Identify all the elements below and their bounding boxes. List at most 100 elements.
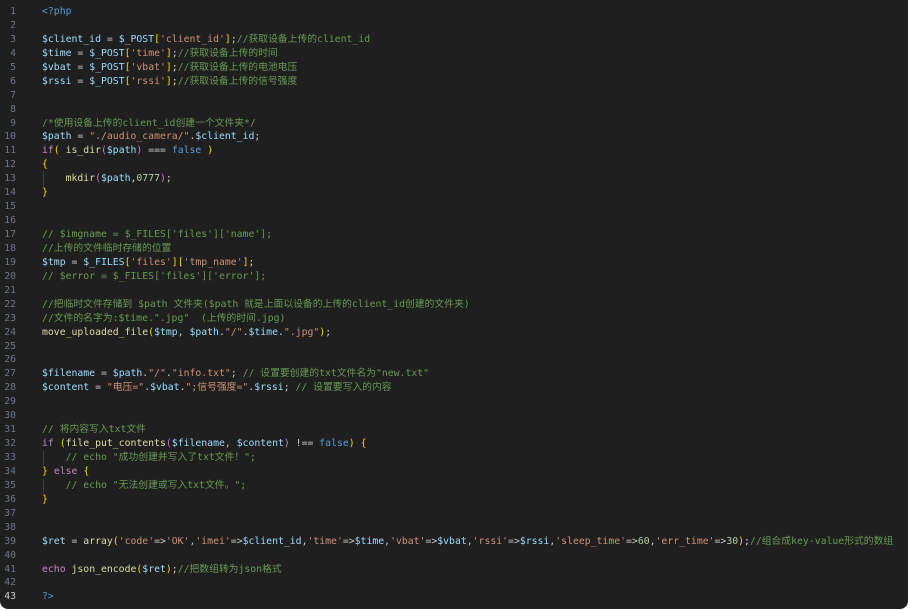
code-line[interactable]: 7 <box>0 89 908 103</box>
code-line[interactable]: 16 <box>0 214 908 228</box>
code-line[interactable]: 33 // echo "成功创建并写入了txt文件！"; <box>0 451 908 465</box>
code-line[interactable]: 9 /*使用设备上传的client_id创建一个文件夹*/ <box>0 117 908 131</box>
code-text[interactable]: // echo "无法创建或写入txt文件。"; <box>42 479 247 493</box>
code-text[interactable]: echo json_encode($ret);//把数组转为json格式 <box>42 563 282 577</box>
code-lines[interactable]: 1 <?php 2 3 $client_id = $_POST['client_id']… <box>0 5 908 604</box>
code-line[interactable]: 24 move_uploaded_file($tmp, $path."/".$ti… <box>0 326 908 340</box>
code-token: 'client_id' <box>159 33 225 45</box>
code-line[interactable]: 38 <box>0 521 908 535</box>
code-line[interactable]: 14} <box>0 186 908 200</box>
code-token: //把临时文件存储到 $path 文件夹($path 就是上面以设备的上传的cl… <box>42 298 470 310</box>
code-line[interactable]: 23 //文件的名字为:$time.".jpg" (上传的时间.jpg) <box>0 312 908 326</box>
code-line[interactable]: 3 $client_id = $_POST['client_id'];//获取设备… <box>0 33 908 47</box>
code-line[interactable]: 39 $ret = array('code'=>'OK','imei'=>$cli… <box>0 535 908 549</box>
code-line[interactable]: 34} else { <box>0 465 908 479</box>
code-line[interactable]: 15 <box>0 200 908 214</box>
code-line[interactable]: 5 $vbat = $_POST['vbat'];//获取设备上传的电池电压 <box>0 61 908 75</box>
code-text[interactable]: //文件的名字为:$time.".jpg" (上传的时间.jpg) <box>42 312 285 326</box>
code-line[interactable]: 43 ?> <box>0 590 908 604</box>
code-text[interactable]: <?php <box>42 5 72 19</box>
code-token: $vbat <box>42 61 72 73</box>
line-number: 16 <box>4 215 16 227</box>
code-line[interactable]: 18 //上传的文件临时存储的位置 <box>0 242 908 256</box>
code-line[interactable]: 13 mkdir($path,0777); <box>0 172 908 187</box>
code-text[interactable]: // $error = $_FILES['files']['error']; <box>42 270 266 284</box>
line-number: 15 <box>4 201 16 213</box>
code-token: if <box>42 438 54 450</box>
code-line[interactable]: 41 echo json_encode($ret);//把数组转为json格式 <box>0 563 908 577</box>
code-token: //上传的文件临时存储的位置 <box>42 242 172 254</box>
code-token: ".jpg" <box>283 326 320 338</box>
line-number: 32 <box>4 438 16 450</box>
code-token: { <box>360 438 367 450</box>
code-line[interactable]: 40 <box>0 549 908 563</box>
code-text[interactable]: /*使用设备上传的client_id创建一个文件夹*/ <box>42 117 256 131</box>
code-line[interactable]: 11 if( is_dir($path) === false ) <box>0 144 908 158</box>
code-line[interactable]: 29 <box>0 395 908 409</box>
code-token: 'code' <box>118 535 155 547</box>
code-line[interactable]: 42 <box>0 576 908 590</box>
code-line[interactable]: 30 <box>0 409 908 423</box>
code-line[interactable]: 22 //把临时文件存储到 $path 文件夹($path 就是上面以设备的上传的… <box>0 298 908 312</box>
code-line[interactable]: 25 <box>0 340 908 354</box>
code-text[interactable]: //上传的文件临时存储的位置 <box>42 242 171 256</box>
code-text[interactable]: $filename = $path."/"."info.txt"; // 设置要… <box>42 367 429 381</box>
code-line[interactable]: 19 $tmp = $_FILES['files']['tmp_name']; <box>0 256 908 270</box>
code-text[interactable]: $content = "电压=".$vbat.";信号强度=".$rssi; /… <box>42 381 392 395</box>
code-text[interactable]: if( is_dir($path) === false ) <box>42 144 213 158</box>
code-token: //获取设备上传的时间 <box>177 47 278 59</box>
code-token: array <box>83 535 113 547</box>
code-line[interactable]: 21 <box>0 284 908 298</box>
code-line[interactable]: 35 // echo "无法创建或写入txt文件。"; <box>0 478 908 493</box>
code-line[interactable]: 32 if (file_put_contents($filename, $cont… <box>0 437 908 451</box>
code-text[interactable]: $client_id = $_POST['client_id'];//获取设备上… <box>42 33 370 47</box>
line-number: 29 <box>4 396 16 408</box>
line-number: 40 <box>4 549 16 561</box>
code-line[interactable]: 36} <box>0 493 908 507</box>
line-number: 4 <box>10 47 16 59</box>
code-text[interactable]: } else { <box>42 465 89 479</box>
code-text[interactable]: ?> <box>42 590 54 604</box>
code-line[interactable]: 31 // 将内容写入txt文件 <box>0 423 908 437</box>
code-text[interactable]: if (file_put_contents($filename, $conten… <box>42 437 367 451</box>
code-text[interactable]: { <box>42 158 48 172</box>
code-text[interactable]: } <box>42 493 48 507</box>
code-token: //获取设备上传的信号强度 <box>177 75 298 87</box>
line-number: 38 <box>4 521 16 533</box>
code-text[interactable]: $time = $_POST['time'];//获取设备上传的时间 <box>42 47 278 61</box>
code-token: 30 <box>726 535 739 547</box>
code-text[interactable]: move_uploaded_file($tmp, $path."/".$time… <box>42 326 331 340</box>
code-text[interactable]: // echo "成功创建并写入了txt文件！"; <box>42 451 256 465</box>
code-line[interactable]: 20 // $error = $_FILES['files']['error']; <box>0 270 908 284</box>
code-line[interactable]: 1 <?php <box>0 5 908 19</box>
code-text[interactable]: mkdir($path,0777); <box>42 172 172 186</box>
code-text[interactable]: // $imgname = $_FILES['files']['name']; <box>42 228 272 242</box>
code-line[interactable]: 4 $time = $_POST['time'];//获取设备上传的时间 <box>0 47 908 61</box>
code-text[interactable]: $vbat = $_POST['vbat'];//获取设备上传的电池电压 <box>42 61 297 75</box>
editor-top-edge <box>0 0 908 3</box>
code-line[interactable]: 2 <box>0 19 908 33</box>
code-token: ; <box>325 326 332 338</box>
code-token: "/" <box>224 326 243 338</box>
code-line[interactable]: 10 $path = "./audio_camera/".$client_id; <box>0 130 908 144</box>
code-line[interactable]: 28 $content = "电压=".$vbat.";信号强度=".$rssi;… <box>0 381 908 395</box>
code-token: } <box>42 493 48 505</box>
code-line[interactable]: 37 <box>0 507 908 521</box>
code-text[interactable]: $rssi = $_POST['rssi'];//获取设备上传的信号强度 <box>42 75 297 89</box>
code-text[interactable]: //把临时文件存储到 $path 文件夹($path 就是上面以设备的上传的cl… <box>42 298 470 312</box>
code-line[interactable]: 12 { <box>0 158 908 172</box>
code-line[interactable]: 8 <box>0 103 908 117</box>
code-text[interactable]: $path = "./audio_camera/".$client_id; <box>42 130 260 144</box>
code-text[interactable]: $ret = array('code'=>'OK','imei'=>$clien… <box>42 535 893 549</box>
code-text[interactable]: // 将内容写入txt文件 <box>42 423 146 437</box>
code-text[interactable]: $tmp = $_FILES['files']['tmp_name']; <box>42 256 254 270</box>
code-line[interactable]: 6 $rssi = $_POST['rssi'];//获取设备上传的信号强度 <box>0 75 908 89</box>
code-editor[interactable]: 1 <?php 2 3 $client_id = $_POST['client_id']… <box>0 0 908 609</box>
code-line[interactable]: 27 $filename = $path."/"."info.txt"; // 设… <box>0 367 908 381</box>
code-token: ; <box>230 368 243 380</box>
code-line[interactable]: 17 // $imgname = $_FILES['files']['name']… <box>0 228 908 242</box>
code-line[interactable]: 26 <box>0 353 908 367</box>
code-text[interactable]: } <box>42 186 48 200</box>
line-number: 8 <box>10 103 16 115</box>
